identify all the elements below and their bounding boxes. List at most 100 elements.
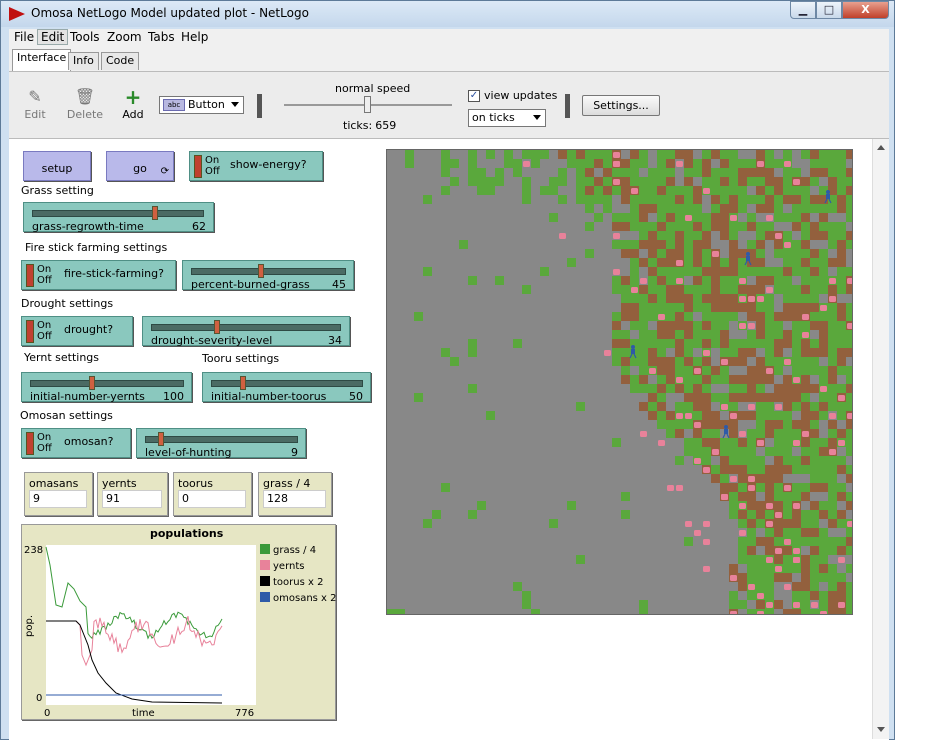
widget-type-select[interactable]: abc Button [159, 96, 244, 114]
slider-handle[interactable] [158, 432, 165, 446]
scroll-down-icon[interactable] [877, 727, 885, 732]
settings-button[interactable]: Settings... [582, 95, 660, 116]
patch [576, 159, 585, 168]
add-tool[interactable]: + Add [113, 86, 153, 121]
slider-handle[interactable] [258, 264, 265, 278]
patch [693, 294, 702, 303]
patch [702, 438, 711, 447]
slider-handle[interactable] [89, 376, 96, 390]
patch [657, 411, 666, 420]
patch [828, 501, 837, 510]
patch [819, 213, 828, 222]
world-view[interactable] [386, 149, 855, 618]
patch [783, 402, 792, 411]
show-energy-switch[interactable]: On Off show-energy? [189, 151, 323, 181]
maximize-button[interactable]: □ [816, 1, 842, 19]
patch [621, 240, 630, 249]
percent-burned-slider[interactable]: percent-burned-grass 45 [182, 260, 354, 291]
patch [801, 528, 810, 537]
patch [774, 240, 783, 249]
delete-tool[interactable]: 🗑 Delete [65, 86, 105, 121]
yernt-agent [757, 296, 764, 302]
menu-tabs[interactable]: Tabs [145, 30, 178, 44]
fire-stick-switch[interactable]: On Off fire-stick-farming? [21, 260, 176, 290]
patch [720, 348, 729, 357]
patch [819, 501, 828, 510]
view-updates-checkbox[interactable]: ✓ [468, 90, 480, 102]
patch [711, 204, 720, 213]
y-max-label: 238 [24, 545, 43, 556]
patch [810, 591, 819, 600]
patch [531, 609, 540, 618]
patch [639, 150, 648, 159]
patch [450, 159, 459, 168]
menu-file[interactable]: File [11, 30, 37, 44]
speed-slider-handle[interactable] [364, 96, 371, 113]
patch [648, 357, 657, 366]
patch [801, 258, 810, 267]
patch [792, 564, 801, 573]
patch [657, 348, 666, 357]
patch [828, 465, 837, 474]
yernt-agent [793, 557, 800, 563]
patch [747, 537, 756, 546]
patch [666, 231, 675, 240]
close-button[interactable]: X [842, 1, 889, 19]
go-button[interactable]: go ⟳ [106, 151, 174, 181]
patch [630, 384, 639, 393]
patch [675, 420, 684, 429]
patch [828, 519, 837, 528]
tab-interface[interactable]: Interface [12, 49, 72, 71]
yernt-agent [685, 521, 692, 527]
patch [693, 168, 702, 177]
grass-regrowth-slider[interactable]: grass-regrowth-time 62 [23, 202, 214, 233]
legend-swatch-grass [260, 544, 270, 554]
patch [819, 204, 828, 213]
scroll-up-icon[interactable] [877, 145, 885, 150]
edit-tool[interactable]: ✎ Edit [15, 86, 55, 121]
x-min-label: 0 [44, 708, 50, 719]
menu-zoom[interactable]: Zoom [104, 30, 145, 44]
omosan-switch[interactable]: On Off omosan? [21, 428, 131, 458]
patch [810, 177, 819, 186]
tab-code[interactable]: Code [101, 52, 140, 70]
initial-toorus-slider[interactable]: initial-number-toorus 50 [202, 372, 371, 403]
drought-switch[interactable]: On Off drought? [21, 316, 133, 346]
slider-name: initial-number-yernts [30, 390, 145, 403]
drought-severity-slider[interactable]: drought-severity-level 34 [142, 316, 350, 347]
update-mode-select[interactable]: on ticks [468, 109, 546, 127]
world-view-svg [387, 150, 855, 618]
minimize-button[interactable]: ▁ [790, 1, 816, 19]
patch [747, 393, 756, 402]
patch [801, 186, 810, 195]
patch [774, 285, 783, 294]
patch [756, 303, 765, 312]
menu-help[interactable]: Help [178, 30, 211, 44]
slider-handle[interactable] [240, 376, 247, 390]
patch [702, 411, 711, 420]
patch [765, 159, 774, 168]
patch [783, 411, 792, 420]
chevron-down-icon [533, 115, 541, 120]
tab-info[interactable]: Info [68, 52, 99, 70]
initial-yernts-slider[interactable]: initial-number-yernts 100 [21, 372, 192, 403]
patch [810, 402, 819, 411]
slider-handle[interactable] [213, 320, 220, 334]
patch [828, 312, 837, 321]
patch [729, 438, 738, 447]
patch [612, 321, 621, 330]
slider-handle[interactable] [151, 206, 158, 220]
patch [576, 402, 585, 411]
patch [738, 168, 747, 177]
patch [729, 465, 738, 474]
menu-tools[interactable]: Tools [67, 30, 103, 44]
patch [585, 186, 594, 195]
patch [639, 186, 648, 195]
menu-edit[interactable]: Edit [37, 29, 69, 45]
patch [720, 303, 729, 312]
patch [441, 483, 450, 492]
patch [828, 204, 837, 213]
hunting-slider[interactable]: level-of-hunting 9 [136, 428, 306, 459]
setup-button[interactable]: setup [23, 151, 91, 181]
vertical-scrollbar[interactable] [872, 139, 889, 739]
